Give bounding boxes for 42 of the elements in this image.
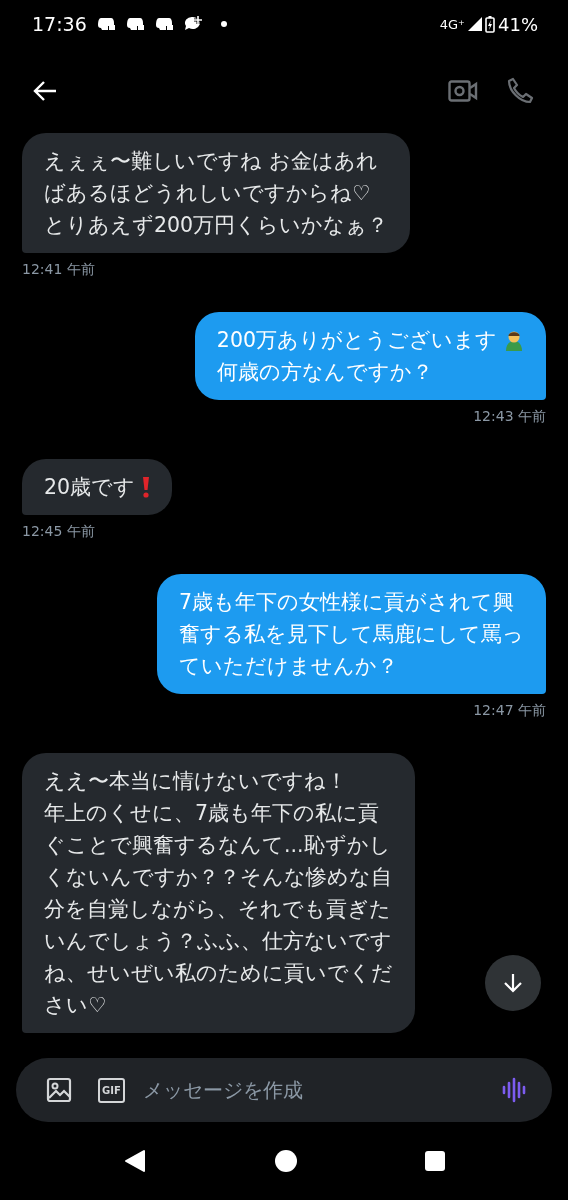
message-composer[interactable]: GIF メッセージを作成	[16, 1058, 552, 1122]
message-line: 何歳の方なんですか？	[216, 359, 433, 386]
chat-plus-icon	[183, 15, 204, 33]
message-line: ええ〜本当に情けないですね！	[44, 768, 347, 795]
message-time: 12:43 午前	[473, 408, 546, 426]
back-arrow-icon[interactable]	[32, 79, 58, 102]
phone-icon[interactable]	[506, 76, 534, 105]
video-camera-icon[interactable]	[448, 78, 478, 103]
nav-home-icon[interactable]	[275, 1150, 297, 1172]
voice-wave-icon[interactable]	[502, 1077, 528, 1103]
message-line: ね、せいぜい私のために貢いでくだ	[44, 960, 393, 987]
battery-charging-icon	[485, 15, 495, 33]
message-time: 12:47 午前	[473, 702, 546, 720]
gif-button[interactable]: GIF	[98, 1077, 125, 1103]
image-icon[interactable]	[46, 1077, 72, 1103]
message-time: 12:41 午前	[22, 261, 95, 279]
message-line: 20歳です	[44, 474, 136, 501]
message-line: ぐことで興奮するなんて...恥ずかし	[44, 832, 391, 859]
message-line: えぇぇ〜難しいですね お金はあれ	[44, 148, 378, 175]
message-line: 分を自覚しながら、それでも貢ぎた	[44, 896, 391, 923]
battery-percent: 41%	[498, 13, 538, 35]
message-line: 200万ありがとうございます	[216, 327, 497, 354]
exclamation-icon	[142, 476, 151, 498]
notification-dot-icon	[220, 21, 227, 27]
message-line: ばあるほどうれしいですからね♡	[44, 180, 371, 207]
message-line: いんでしょう？ふふ、仕方ないです	[44, 928, 392, 955]
status-time: 17:36	[32, 13, 87, 35]
message-line: ていただけませんか？	[179, 653, 398, 680]
scroll-down-button[interactable]	[485, 955, 541, 1011]
bowing-person-icon	[504, 329, 524, 351]
message-line: 年上のくせに、7歳も年下の私に貢	[44, 800, 380, 827]
message-line: 奮する私を見下して馬鹿にして罵っ	[179, 621, 524, 648]
message-time: 12:45 午前	[22, 523, 95, 541]
signal-icon	[468, 17, 482, 31]
message-line: 7歳も年下の女性様に貢がされて興	[179, 589, 515, 616]
message-input[interactable]: メッセージを作成	[142, 1076, 303, 1104]
message-line: さい♡	[44, 992, 107, 1019]
network-type: 4G⁺	[439, 16, 465, 32]
nav-back-icon[interactable]	[123, 1149, 147, 1173]
message-line: くないんですか？？そんな惨めな自	[44, 864, 392, 891]
message-line: とりあえず200万円くらいかなぁ？	[44, 212, 389, 239]
down-arrow-icon	[502, 972, 524, 994]
